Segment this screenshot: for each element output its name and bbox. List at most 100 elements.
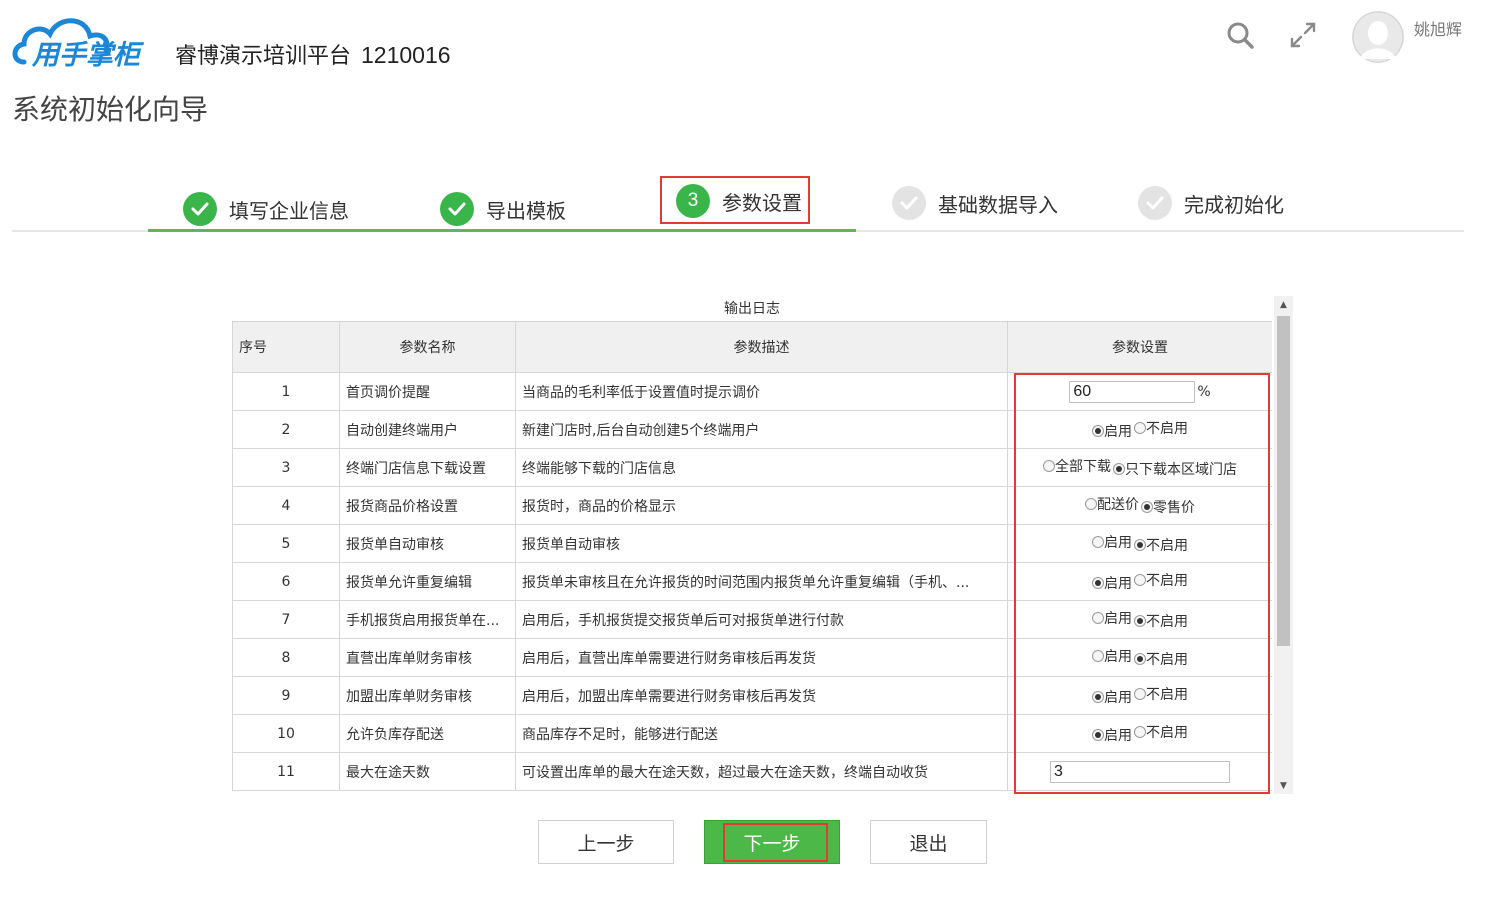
- param-setting: 启用 不启用: [1007, 714, 1272, 753]
- radio-checked-icon[interactable]: [1092, 577, 1104, 589]
- radio-option[interactable]: 不启用: [1134, 611, 1188, 631]
- table-row: 5 报货单自动审核 报货单自动审核 启用 不启用: [232, 524, 1272, 563]
- radio-unchecked-icon[interactable]: [1134, 574, 1146, 586]
- step-label: 基础数据导入: [938, 192, 1058, 217]
- radio-option[interactable]: 启用: [1092, 687, 1132, 707]
- radio-option[interactable]: 不启用: [1134, 649, 1188, 669]
- radio-option[interactable]: 不启用: [1134, 684, 1188, 704]
- radio-label: 启用: [1104, 424, 1132, 440]
- param-name: 加盟出库单财务审核: [339, 676, 516, 715]
- search-icon[interactable]: [1223, 18, 1257, 52]
- table-scrollbar[interactable]: ▲ ▼: [1274, 296, 1293, 794]
- row-number: 8: [232, 638, 340, 677]
- step-company-info[interactable]: 填写企业信息: [183, 192, 349, 226]
- col-header-setting: 参数设置: [1007, 321, 1272, 373]
- param-description: 当商品的毛利率低于设置值时提示调价: [515, 372, 1008, 411]
- radio-option[interactable]: 启用: [1092, 421, 1132, 441]
- row-number: 2: [232, 410, 340, 449]
- radio-unchecked-icon[interactable]: [1134, 422, 1146, 434]
- radio-option[interactable]: 不启用: [1134, 535, 1188, 555]
- user-name[interactable]: 姚旭辉: [1414, 16, 1462, 40]
- param-value-input[interactable]: [1050, 760, 1230, 783]
- radio-unchecked-icon[interactable]: [1134, 688, 1146, 700]
- logo: 用手掌柜: [12, 18, 145, 71]
- radio-option[interactable]: 只下载本区域门店: [1113, 459, 1237, 479]
- page: 用手掌柜 睿博演示培训平台 1210016 姚旭辉 系统初始化向导 填写企业信息…: [0, 0, 1492, 916]
- exit-button[interactable]: 退出: [870, 820, 987, 864]
- col-header-no: 序号: [232, 321, 340, 373]
- param-description: 报货单未审核且在允许报货的时间范围内报货单允许重复编辑（手机、...: [515, 562, 1008, 601]
- step-basic-data-import[interactable]: 基础数据导入: [892, 186, 1058, 220]
- radio-option[interactable]: 不启用: [1134, 418, 1188, 438]
- table-row: 7 手机报货启用报货单在... 启用后，手机报货提交报货单后可对报货单进行付款 启用不…: [232, 600, 1272, 639]
- radio-option[interactable]: 启用: [1092, 646, 1132, 666]
- param-description: 启用后，直营出库单需要进行财务审核后再发货: [515, 638, 1008, 677]
- radio-checked-icon[interactable]: [1141, 501, 1153, 513]
- user-avatar-icon: [1352, 11, 1404, 63]
- radio-option[interactable]: 启用: [1092, 573, 1132, 593]
- row-number: 11: [232, 752, 340, 791]
- check-icon: [1138, 186, 1172, 220]
- table-caption: 输出日志: [724, 301, 780, 317]
- param-description: 启用后，加盟出库单需要进行财务审核后再发货: [515, 676, 1008, 715]
- param-setting: [1007, 752, 1272, 791]
- radio-label: 零售价: [1153, 500, 1195, 516]
- param-value-input[interactable]: [1069, 380, 1196, 403]
- company-name-text: 睿博演示培训平台: [175, 44, 352, 69]
- radio-checked-icon[interactable]: [1092, 425, 1104, 437]
- fullscreen-icon[interactable]: [1286, 18, 1320, 52]
- radio-checked-icon[interactable]: [1092, 691, 1104, 703]
- param-setting: %: [1007, 372, 1272, 411]
- radio-option[interactable]: 不启用: [1134, 570, 1188, 590]
- radio-checked-icon[interactable]: [1113, 463, 1125, 475]
- radio-option[interactable]: 启用: [1092, 608, 1132, 628]
- radio-unchecked-icon[interactable]: [1092, 536, 1104, 548]
- step-export-template[interactable]: 导出模板: [440, 192, 566, 226]
- radio-unchecked-icon[interactable]: [1092, 650, 1104, 662]
- param-description: 新建门店时,后台自动创建5个终端用户: [515, 410, 1008, 449]
- table-row: 10 允许负库存配送 商品库存不足时，能够进行配送 启用 不启用: [232, 714, 1272, 753]
- radio-checked-icon[interactable]: [1092, 729, 1104, 741]
- table-row: 6 报货单允许重复编辑 报货单未审核且在允许报货的时间范围内报货单允许重复编辑（手机…: [232, 562, 1272, 601]
- check-icon: [892, 186, 926, 220]
- table-row: 9 加盟出库单财务审核 启用后，加盟出库单需要进行财务审核后再发货 启用 不启用: [232, 676, 1272, 715]
- radio-unchecked-icon[interactable]: [1092, 612, 1104, 624]
- scrollbar-thumb[interactable]: [1277, 316, 1290, 646]
- table-row: 1首页调价提醒当商品的毛利率低于设置值时提示调价%: [232, 372, 1272, 411]
- check-icon: [440, 192, 474, 226]
- param-setting: 启用 不启用: [1007, 524, 1272, 563]
- scroll-up-arrow-icon[interactable]: ▲: [1274, 296, 1293, 313]
- step-complete-init[interactable]: 完成初始化: [1138, 186, 1284, 220]
- row-number: 10: [232, 714, 340, 753]
- radio-label: 启用: [1104, 535, 1132, 551]
- row-number: 6: [232, 562, 340, 601]
- param-setting: 启用 不启用: [1007, 600, 1272, 639]
- param-description: 终端能够下载的门店信息: [515, 448, 1008, 487]
- next-step-button[interactable]: 下一步: [704, 820, 840, 864]
- radio-option[interactable]: 启用: [1092, 725, 1132, 745]
- radio-option[interactable]: 启用: [1092, 532, 1132, 552]
- radio-label: 不启用: [1146, 538, 1188, 554]
- radio-label: 不启用: [1146, 614, 1188, 630]
- radio-label: 不启用: [1146, 725, 1188, 741]
- radio-option[interactable]: 不启用: [1134, 722, 1188, 742]
- param-setting: 配送价 零售价: [1007, 486, 1272, 525]
- row-number: 7: [232, 600, 340, 639]
- radio-unchecked-icon[interactable]: [1134, 726, 1146, 738]
- step-label: 填写企业信息: [229, 198, 349, 223]
- radio-option[interactable]: 零售价: [1141, 497, 1195, 517]
- svg-text:用手掌柜: 用手掌柜: [31, 40, 145, 71]
- scroll-down-arrow-icon[interactable]: ▼: [1274, 777, 1293, 794]
- param-name: 报货商品价格设置: [339, 486, 516, 525]
- radio-option[interactable]: 全部下载: [1043, 456, 1111, 476]
- radio-unchecked-icon[interactable]: [1085, 498, 1097, 510]
- radio-checked-icon[interactable]: [1134, 615, 1146, 627]
- prev-step-button[interactable]: 上一步: [538, 820, 674, 864]
- radio-label: 全部下载: [1055, 459, 1111, 475]
- radio-checked-icon[interactable]: [1134, 653, 1146, 665]
- radio-checked-icon[interactable]: [1134, 539, 1146, 551]
- radio-label: 不启用: [1146, 687, 1188, 703]
- radio-unchecked-icon[interactable]: [1043, 460, 1055, 472]
- avatar[interactable]: [1352, 11, 1404, 63]
- radio-option[interactable]: 配送价: [1085, 494, 1139, 514]
